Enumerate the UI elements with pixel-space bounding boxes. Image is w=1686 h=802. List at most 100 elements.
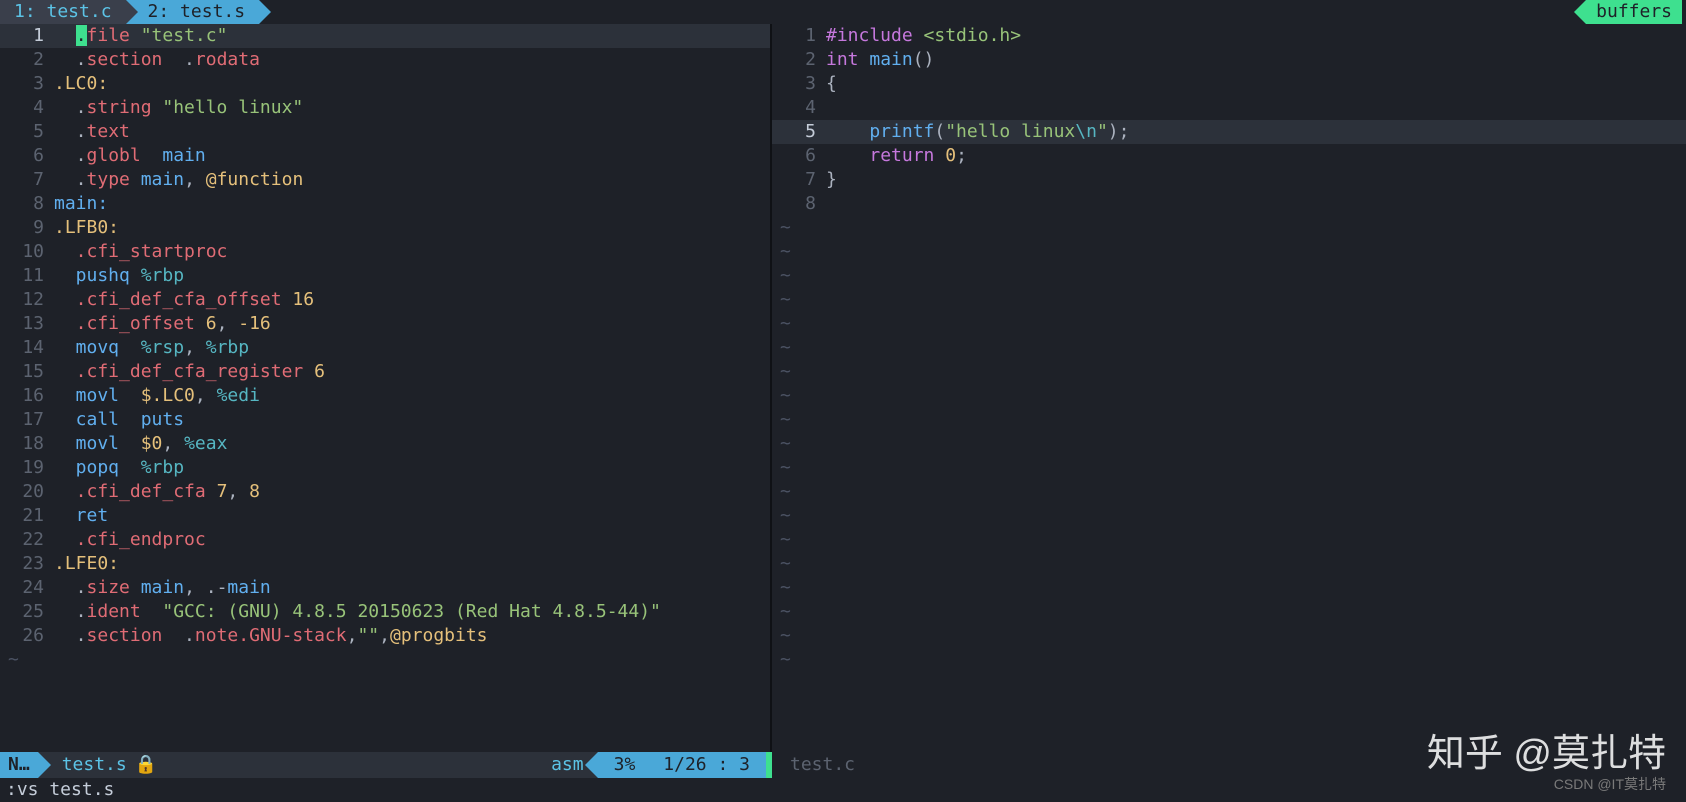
code-line[interactable]: 3{ xyxy=(772,72,1686,96)
tilde-icon: ~ xyxy=(772,336,791,360)
code-line[interactable]: 21 ret xyxy=(0,504,770,528)
line-number: 26 xyxy=(0,624,54,648)
line-number: 7 xyxy=(0,168,54,192)
line-content: int main() xyxy=(826,48,1686,72)
line-number: 5 xyxy=(0,120,54,144)
tilde-icon: ~ xyxy=(772,624,791,648)
empty-line: ~ xyxy=(772,336,1686,360)
code-line[interactable]: 1 .file "test.c" xyxy=(0,24,770,48)
buffers-label: buffers xyxy=(1596,0,1672,24)
tilde-icon: ~ xyxy=(772,648,791,672)
code-line[interactable]: 18 movl $0, %eax xyxy=(0,432,770,456)
code-line[interactable]: 2 .section .rodata xyxy=(0,48,770,72)
code-line[interactable]: 9.LFB0: xyxy=(0,216,770,240)
empty-line: ~ xyxy=(772,456,1686,480)
line-content: .LFE0: xyxy=(54,552,770,576)
tilde-icon: ~ xyxy=(772,528,791,552)
line-number: 2 xyxy=(772,48,826,72)
empty-line: ~ xyxy=(772,576,1686,600)
tab-test-c[interactable]: 1: test.c xyxy=(0,0,126,24)
code-body-c[interactable]: 1#include <stdio.h>2int main()3{45 print… xyxy=(772,24,1686,752)
line-content: .section .note.GNU-stack,"",@progbits xyxy=(54,624,770,648)
line-content: #include <stdio.h> xyxy=(826,24,1686,48)
line-content: .text xyxy=(54,120,770,144)
empty-line: ~ xyxy=(772,288,1686,312)
editor-area: 1 .file "test.c"2 .section .rodata3.LC0:… xyxy=(0,24,1686,752)
code-line[interactable]: 26 .section .note.GNU-stack,"",@progbits xyxy=(0,624,770,648)
line-content: .cfi_def_cfa_offset 16 xyxy=(54,288,770,312)
code-line[interactable]: 4 .string "hello linux" xyxy=(0,96,770,120)
file-segment: test.s 🔒 xyxy=(38,753,157,777)
line-content: .size main, .-main xyxy=(54,576,770,600)
code-line[interactable]: 15 .cfi_def_cfa_register 6 xyxy=(0,360,770,384)
code-line[interactable]: 6 return 0; xyxy=(772,144,1686,168)
tilde-icon: ~ xyxy=(772,384,791,408)
line-number: 1 xyxy=(772,24,826,48)
code-line[interactable]: 24 .size main, .-main xyxy=(0,576,770,600)
line-content: pushq %rbp xyxy=(54,264,770,288)
line-content: movl $0, %eax xyxy=(54,432,770,456)
line-content: .LC0: xyxy=(54,72,770,96)
empty-line: ~ xyxy=(772,624,1686,648)
line-number: 20 xyxy=(0,480,54,504)
tilde-icon: ~ xyxy=(772,240,791,264)
code-line[interactable]: 7 .type main, @function xyxy=(0,168,770,192)
line-content: call puts xyxy=(54,408,770,432)
line-content: main: xyxy=(54,192,770,216)
tab-bar: 1: test.c 2: test.s buffers xyxy=(0,0,1686,24)
empty-line: ~ xyxy=(772,384,1686,408)
line-number: 2 xyxy=(0,48,54,72)
code-line[interactable]: 10 .cfi_startproc xyxy=(0,240,770,264)
mode-segment: N… xyxy=(0,752,38,778)
line-content: movl $.LC0, %edi xyxy=(54,384,770,408)
tilde-icon: ~ xyxy=(772,600,791,624)
line-number: 17 xyxy=(0,408,54,432)
code-line[interactable]: 11 pushq %rbp xyxy=(0,264,770,288)
tab-label: 1: test.c xyxy=(14,0,112,24)
code-line[interactable]: 12 .cfi_def_cfa_offset 16 xyxy=(0,288,770,312)
code-line[interactable]: 5 .text xyxy=(0,120,770,144)
lock-icon: 🔒 xyxy=(135,753,157,777)
watermark: 知乎 @莫扎特 xyxy=(1427,742,1666,766)
percent-label: 3% xyxy=(614,753,636,777)
empty-line: ~ xyxy=(772,480,1686,504)
code-body-asm[interactable]: 1 .file "test.c"2 .section .rodata3.LC0:… xyxy=(0,24,770,752)
line-number: 13 xyxy=(0,312,54,336)
mode-label: N… xyxy=(8,753,30,777)
command-line[interactable]: :vs test.s xyxy=(0,778,1686,802)
line-number: 3 xyxy=(772,72,826,96)
code-line[interactable]: 25 .ident "GCC: (GNU) 4.8.5 20150623 (Re… xyxy=(0,600,770,624)
code-line[interactable]: 17 call puts xyxy=(0,408,770,432)
code-line[interactable]: 6 .globl main xyxy=(0,144,770,168)
code-line[interactable]: 16 movl $.LC0, %edi xyxy=(0,384,770,408)
buffers-badge[interactable]: buffers xyxy=(1586,0,1682,24)
code-line[interactable]: 1#include <stdio.h> xyxy=(772,24,1686,48)
code-line[interactable]: 3.LC0: xyxy=(0,72,770,96)
code-line[interactable]: 14 movq %rsp, %rbp xyxy=(0,336,770,360)
pane-right[interactable]: 1#include <stdio.h>2int main()3{45 print… xyxy=(772,24,1686,752)
line-number: 6 xyxy=(0,144,54,168)
empty-line: ~ xyxy=(772,648,1686,672)
code-line[interactable]: 5 printf("hello linux\n"); xyxy=(772,120,1686,144)
code-line[interactable]: 19 popq %rbp xyxy=(0,456,770,480)
code-line[interactable]: 20 .cfi_def_cfa 7, 8 xyxy=(0,480,770,504)
line-number: 9 xyxy=(0,216,54,240)
tab-label: 2: test.s xyxy=(148,0,246,24)
code-line[interactable]: 13 .cfi_offset 6, -16 xyxy=(0,312,770,336)
code-line[interactable]: 8 xyxy=(772,192,1686,216)
code-line[interactable]: 23.LFE0: xyxy=(0,552,770,576)
code-line[interactable]: 7} xyxy=(772,168,1686,192)
tab-test-s[interactable]: 2: test.s xyxy=(126,0,260,24)
code-line[interactable]: 8main: xyxy=(0,192,770,216)
line-content: .cfi_def_cfa_register 6 xyxy=(54,360,770,384)
tab-arrow-icon xyxy=(259,0,271,24)
line-number: 1 xyxy=(0,24,54,48)
code-line[interactable]: 2int main() xyxy=(772,48,1686,72)
code-line[interactable]: 22 .cfi_endproc xyxy=(0,528,770,552)
line-content: popq %rbp xyxy=(54,456,770,480)
line-content: .cfi_def_cfa 7, 8 xyxy=(54,480,770,504)
filename-label: test.s xyxy=(62,753,127,777)
code-line[interactable]: 4 xyxy=(772,96,1686,120)
empty-line: ~ xyxy=(772,504,1686,528)
pane-left[interactable]: 1 .file "test.c"2 .section .rodata3.LC0:… xyxy=(0,24,770,752)
